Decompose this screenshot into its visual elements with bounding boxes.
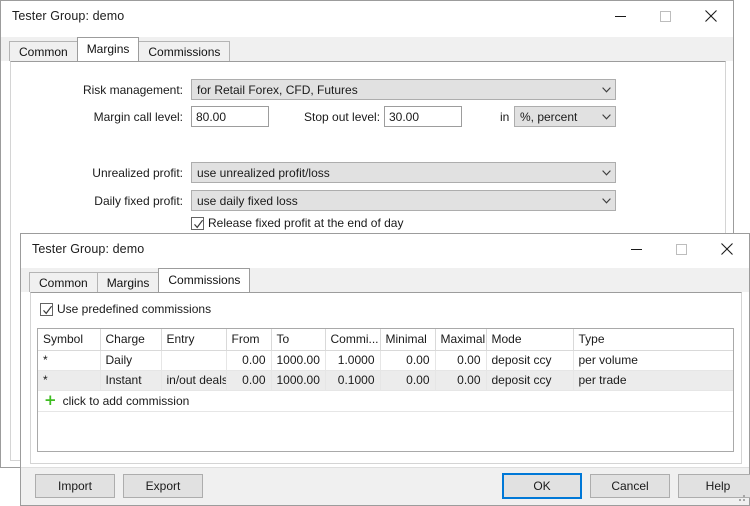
window-titlebar-back[interactable]: Tester Group: demo <box>1 1 733 31</box>
cell-minimal: 0.00 <box>380 350 435 370</box>
cell-commission: 0.1000 <box>325 370 380 390</box>
risk-management-label: Risk management: <box>71 83 183 97</box>
screen: Tester Group: demo Common Margins <box>0 0 750 506</box>
cell-type: per volume <box>573 350 734 370</box>
export-button[interactable]: Export <box>123 474 203 498</box>
risk-management-combo[interactable]: for Retail Forex, CFD, Futures <box>191 79 616 100</box>
tabstrip-back: Common Margins Commissions <box>1 37 733 61</box>
cell-maximal: 0.00 <box>435 350 486 370</box>
col-header-mode[interactable]: Mode <box>486 329 573 350</box>
col-header-commission[interactable]: Commi... <box>325 329 380 350</box>
release-fixed-profit-checkbox-row[interactable]: Release fixed profit at the end of day <box>191 216 403 230</box>
tester-group-commissions-window[interactable]: Tester Group: demo Common Margins C <box>20 233 750 506</box>
margin-call-input[interactable]: 80.00 <box>191 106 269 127</box>
cell-to: 1000.00 <box>271 370 325 390</box>
tabstrip-front: Common Margins Commissions <box>21 268 749 292</box>
minimize-icon <box>615 11 626 22</box>
close-button-front[interactable] <box>704 235 749 264</box>
daily-fixed-profit-value: use daily fixed loss <box>197 194 598 208</box>
use-predefined-commissions-checkbox[interactable] <box>40 303 53 316</box>
dialog-button-bar: Import Export OK Cancel Help <box>21 467 749 505</box>
cell-minimal: 0.00 <box>380 370 435 390</box>
tab-margins-front[interactable]: Margins <box>97 272 160 292</box>
maximize-icon <box>676 244 687 255</box>
commissions-table[interactable]: Symbol Charge Entry From To Commi... Min… <box>37 328 734 452</box>
cell-commission: 1.0000 <box>325 350 380 370</box>
tab-commissions-back[interactable]: Commissions <box>138 41 230 61</box>
units-value: %, percent <box>520 110 598 124</box>
close-icon <box>705 10 717 22</box>
commissions-grid: Symbol Charge Entry From To Commi... Min… <box>38 329 734 391</box>
tab-common-front[interactable]: Common <box>29 272 98 292</box>
units-combo[interactable]: %, percent <box>514 106 616 127</box>
ok-button[interactable]: OK <box>502 473 582 499</box>
unrealized-profit-combo[interactable]: use unrealized profit/loss <box>191 162 616 183</box>
cell-entry: in/out deals <box>161 370 226 390</box>
col-header-from[interactable]: From <box>226 329 271 350</box>
add-commission-label: click to add commission <box>63 394 190 408</box>
commissions-panel: Use predefined commissions Symbol Charge <box>30 292 742 464</box>
minimize-icon <box>631 244 642 255</box>
window-title-back: Tester Group: demo <box>1 9 124 23</box>
cell-from: 0.00 <box>226 370 271 390</box>
plus-icon: + <box>44 393 57 408</box>
cell-mode: deposit ccy <box>486 350 573 370</box>
import-button[interactable]: Import <box>35 474 115 498</box>
cell-charge: Instant <box>100 370 161 390</box>
col-header-entry[interactable]: Entry <box>161 329 226 350</box>
cell-symbol: * <box>38 370 100 390</box>
daily-fixed-profit-label: Daily fixed profit: <box>69 194 183 208</box>
tab-commissions-front[interactable]: Commissions <box>158 268 250 292</box>
window-title-front: Tester Group: demo <box>21 242 144 256</box>
chevron-down-icon <box>598 87 615 93</box>
add-commission-row[interactable]: + click to add commission <box>38 391 733 412</box>
tab-common-back[interactable]: Common <box>9 41 78 61</box>
resize-grip[interactable] <box>735 491 747 503</box>
cell-mode: deposit ccy <box>486 370 573 390</box>
use-predefined-commissions-label: Use predefined commissions <box>57 302 211 316</box>
unrealized-profit-label: Unrealized profit: <box>71 166 183 180</box>
col-header-type[interactable]: Type <box>573 329 734 350</box>
minimize-button-front[interactable] <box>614 235 659 264</box>
units-in-label: in <box>500 110 509 124</box>
table-row[interactable]: * Daily 0.00 1000.00 1.0000 0.00 0.00 de… <box>38 350 734 370</box>
release-fixed-profit-label: Release fixed profit at the end of day <box>208 216 403 230</box>
cell-to: 1000.00 <box>271 350 325 370</box>
table-row[interactable]: * Instant in/out deals 0.00 1000.00 0.10… <box>38 370 734 390</box>
cell-entry <box>161 350 226 370</box>
minimize-button-back[interactable] <box>598 2 643 31</box>
chevron-down-icon <box>598 114 615 120</box>
window-titlebar-front[interactable]: Tester Group: demo <box>21 234 749 264</box>
chevron-down-icon <box>598 198 615 204</box>
col-header-symbol[interactable]: Symbol <box>38 329 100 350</box>
margin-call-label: Margin call level: <box>69 110 183 124</box>
use-predefined-commissions-row[interactable]: Use predefined commissions <box>40 302 211 316</box>
cell-symbol: * <box>38 350 100 370</box>
cancel-button[interactable]: Cancel <box>590 474 670 498</box>
col-header-charge[interactable]: Charge <box>100 329 161 350</box>
chevron-down-icon <box>598 170 615 176</box>
tab-margins-back[interactable]: Margins <box>77 37 140 61</box>
col-header-maximal[interactable]: Maximal <box>435 329 486 350</box>
table-header-row: Symbol Charge Entry From To Commi... Min… <box>38 329 734 350</box>
risk-management-value: for Retail Forex, CFD, Futures <box>197 83 598 97</box>
close-button-back[interactable] <box>688 2 733 31</box>
stop-out-input[interactable]: 30.00 <box>384 106 462 127</box>
cell-type: per trade <box>573 370 734 390</box>
release-fixed-profit-checkbox[interactable] <box>191 217 204 230</box>
maximize-icon <box>660 11 671 22</box>
col-header-to[interactable]: To <box>271 329 325 350</box>
close-icon <box>721 243 733 255</box>
daily-fixed-profit-combo[interactable]: use daily fixed loss <box>191 190 616 211</box>
maximize-button-front[interactable] <box>659 235 704 264</box>
stop-out-label: Stop out level: <box>304 110 380 124</box>
cell-charge: Daily <box>100 350 161 370</box>
col-header-minimal[interactable]: Minimal <box>380 329 435 350</box>
cell-from: 0.00 <box>226 350 271 370</box>
cell-maximal: 0.00 <box>435 370 486 390</box>
unrealized-profit-value: use unrealized profit/loss <box>197 166 598 180</box>
maximize-button-back[interactable] <box>643 2 688 31</box>
